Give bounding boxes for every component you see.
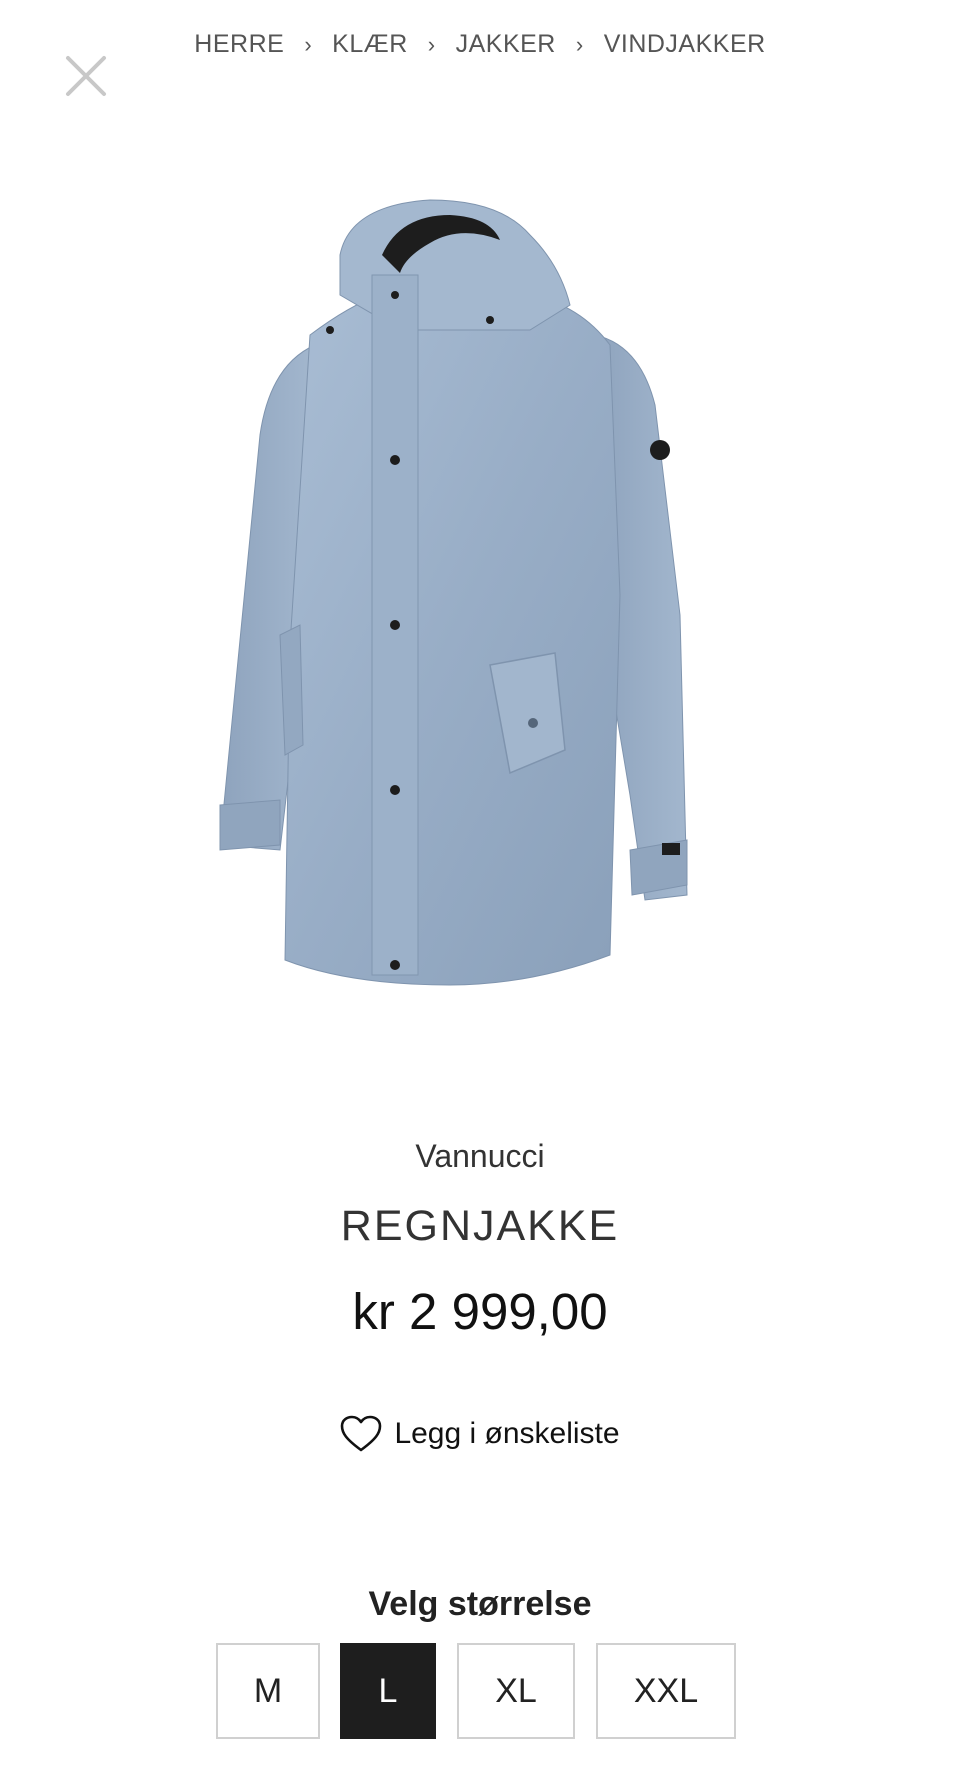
product-title: REGNJAKKE: [340, 1202, 620, 1250]
size-option-xl[interactable]: XL: [457, 1643, 575, 1739]
breadcrumb-item-klaer[interactable]: KLÆR: [332, 30, 408, 59]
product-brand[interactable]: Vannucci: [0, 1138, 960, 1175]
breadcrumb: HERRE › KLÆR › JAKKER › VINDJAKKER: [0, 30, 960, 59]
size-selector: M L XL XXL: [0, 1643, 960, 1741]
chevron-right-icon: ›: [427, 31, 436, 57]
heart-icon: [341, 1415, 382, 1452]
size-option-l[interactable]: L: [340, 1643, 436, 1739]
add-to-wishlist-button[interactable]: Legg i ønskeliste: [0, 1415, 960, 1453]
product-image[interactable]: [200, 195, 700, 1005]
chevron-right-icon: ›: [575, 31, 584, 57]
close-button[interactable]: [62, 52, 110, 100]
product-price: kr 2 999,00: [352, 1283, 608, 1340]
chevron-right-icon: ›: [304, 31, 313, 57]
size-option-xxl[interactable]: XXL: [596, 1643, 736, 1739]
wishlist-label: Legg i ønskeliste: [394, 1417, 620, 1450]
breadcrumb-item-herre[interactable]: HERRE: [194, 30, 284, 59]
breadcrumb-item-jakker[interactable]: JAKKER: [456, 30, 556, 59]
raincoat-product-image: [219, 199, 688, 986]
size-selector-heading: Velg størrelse: [368, 1585, 592, 1623]
size-option-m[interactable]: M: [216, 1643, 320, 1739]
close-icon: [66, 56, 106, 96]
breadcrumb-item-vindjakker[interactable]: VINDJAKKER: [604, 30, 766, 59]
